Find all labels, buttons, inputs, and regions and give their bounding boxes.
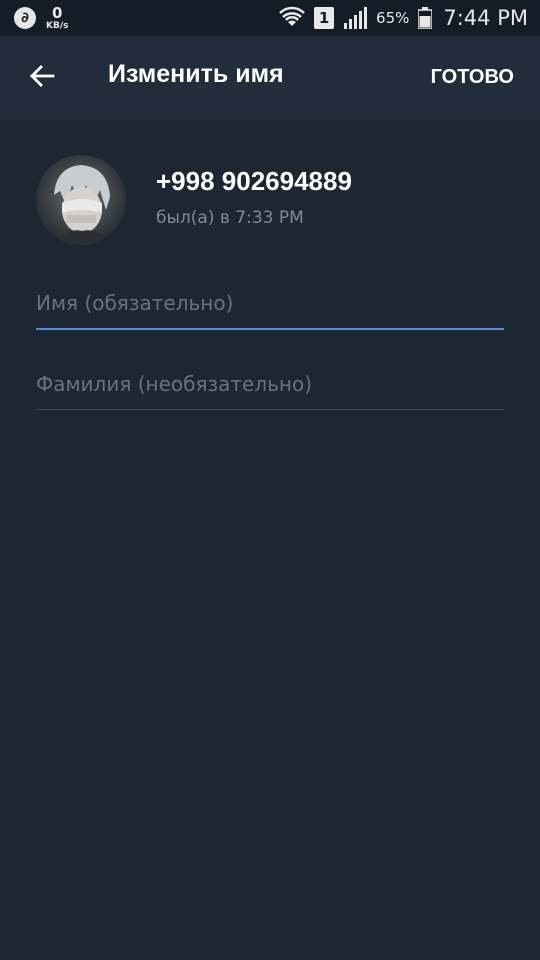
network-speed-value: 0 xyxy=(52,3,63,22)
signal-icon xyxy=(343,7,368,29)
action-bar: Изменить имя ГОТОВО xyxy=(0,36,540,120)
battery-percent: 65% xyxy=(376,9,410,27)
status-bar-right: 1 65% 7:44 PM xyxy=(279,0,528,36)
clock: 7:44 PM xyxy=(443,6,528,30)
network-speed: 0 KB/s xyxy=(46,3,69,31)
wifi-icon xyxy=(279,6,305,30)
arrow-left-icon xyxy=(29,64,55,92)
battery-icon xyxy=(418,7,433,29)
back-button[interactable] xyxy=(22,58,62,98)
sim-slot-icon: 1 xyxy=(314,7,335,29)
last-name-input[interactable] xyxy=(36,358,504,410)
avatar[interactable] xyxy=(36,155,126,245)
contact-phone: +998 902694889 xyxy=(156,166,352,196)
network-speed-unit: KB/s xyxy=(46,20,69,31)
status-bar-left: ∂ 0 KB/s xyxy=(14,0,68,36)
status-bar: ∂ 0 KB/s 1 65% 7:44 PM xyxy=(0,0,540,36)
first-name-input[interactable] xyxy=(36,278,504,330)
page-title: Изменить имя xyxy=(108,60,284,88)
avatar-image xyxy=(36,155,126,245)
notification-app-icon: ∂ xyxy=(14,7,36,29)
last-seen-status: был(а) в 7:33 PM xyxy=(156,208,304,228)
done-button[interactable]: ГОТОВО xyxy=(431,66,514,89)
